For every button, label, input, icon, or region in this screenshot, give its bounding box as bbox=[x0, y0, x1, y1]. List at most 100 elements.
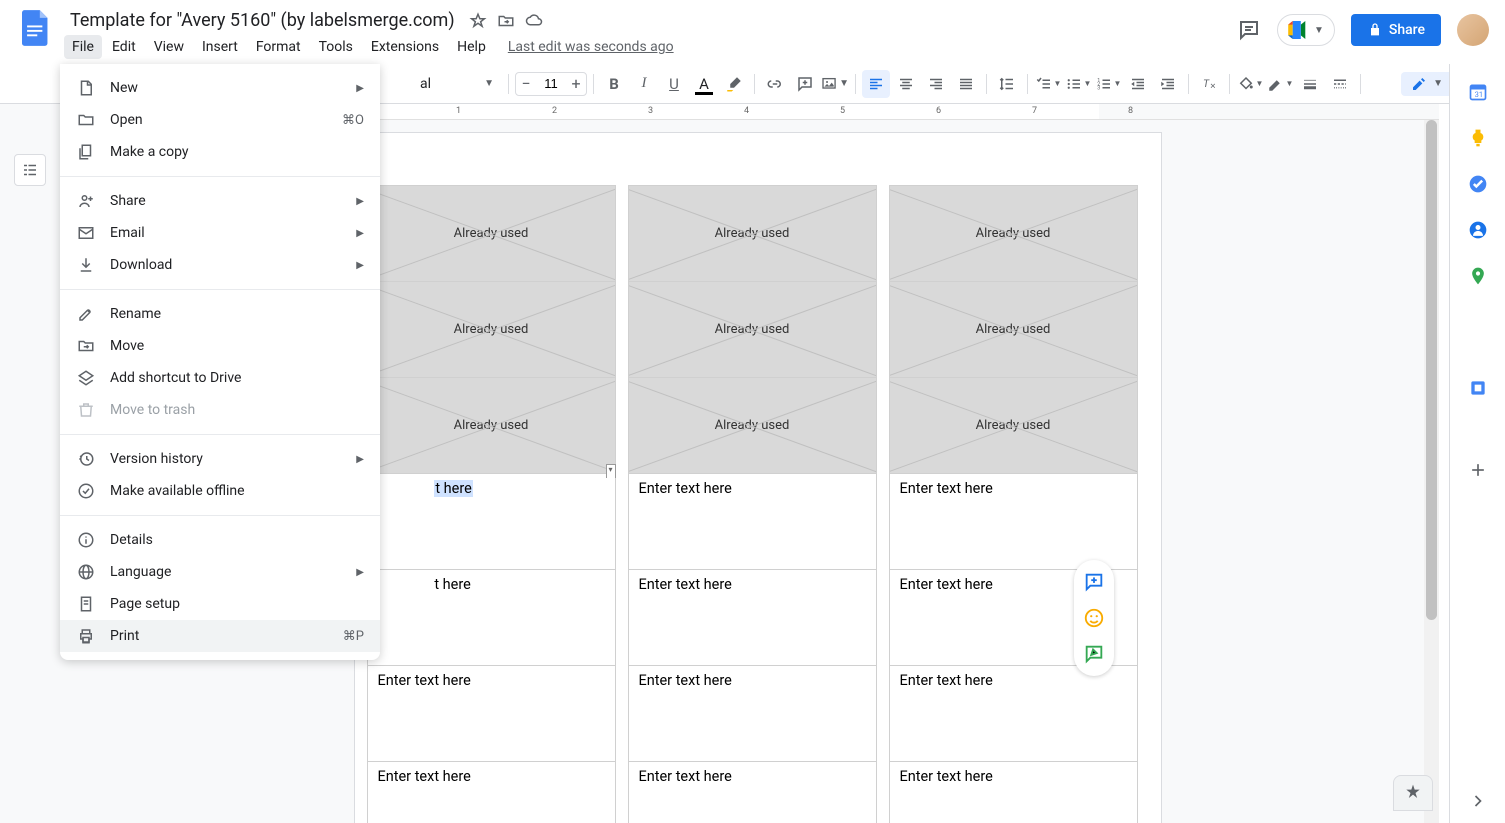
menu-extensions[interactable]: Extensions bbox=[363, 35, 447, 59]
align-justify-button[interactable] bbox=[952, 70, 980, 98]
explore-button[interactable] bbox=[1393, 775, 1433, 811]
menu-help[interactable]: Help bbox=[449, 35, 494, 59]
label-cell[interactable]: Enter text here bbox=[628, 761, 877, 823]
line-spacing-button[interactable] bbox=[993, 70, 1021, 98]
label-cell[interactable]: Enter text here bbox=[628, 665, 877, 762]
label-cell-used[interactable]: Already used bbox=[628, 281, 877, 378]
page[interactable]: Already used Already used Already used A… bbox=[354, 132, 1162, 823]
increase-indent-button[interactable] bbox=[1154, 70, 1182, 98]
menu-download[interactable]: Download ▶ bbox=[60, 249, 380, 281]
bold-button[interactable]: B bbox=[600, 70, 628, 98]
menu-tools[interactable]: Tools bbox=[311, 35, 361, 59]
maps-icon[interactable] bbox=[1468, 266, 1488, 286]
vertical-scrollbar[interactable] bbox=[1424, 120, 1439, 823]
menu-edit[interactable]: Edit bbox=[104, 35, 144, 59]
menu-page-setup[interactable]: Page setup bbox=[60, 588, 380, 620]
label-cell-active[interactable]: Enter text here▾ bbox=[367, 473, 616, 570]
label-cell-used[interactable]: Already used bbox=[628, 377, 877, 474]
font-size-decrease[interactable]: − bbox=[516, 74, 536, 93]
cloud-saved-icon[interactable] bbox=[525, 12, 543, 30]
label-cell-used[interactable]: Already used bbox=[367, 185, 616, 282]
font-family-select[interactable]: al▼ bbox=[412, 72, 502, 96]
label-cell[interactable]: Enter text here bbox=[889, 665, 1138, 762]
highlight-button[interactable] bbox=[720, 70, 748, 98]
label-cell-used[interactable]: Already used bbox=[367, 281, 616, 378]
menu-version-history[interactable]: Version history ▶ bbox=[60, 443, 380, 475]
menu-format[interactable]: Format bbox=[248, 35, 309, 59]
border-width-button[interactable] bbox=[1296, 70, 1324, 98]
cell-tab-icon[interactable]: ▾ bbox=[606, 464, 616, 478]
hide-sidepanel-icon[interactable] bbox=[1468, 791, 1488, 811]
menu-make-copy[interactable]: Make a copy bbox=[60, 136, 380, 168]
menu-offline[interactable]: Make available offline bbox=[60, 475, 380, 507]
label-cell[interactable]: Enter text here bbox=[628, 473, 877, 570]
label-cell[interactable]: Enter text here bbox=[889, 473, 1138, 570]
placeholder-text: Enter text here bbox=[900, 672, 993, 689]
label-cell[interactable]: Enter text here bbox=[889, 761, 1138, 823]
keep-icon[interactable] bbox=[1468, 128, 1488, 148]
menu-add-shortcut[interactable]: Add shortcut to Drive bbox=[60, 362, 380, 394]
align-center-button[interactable] bbox=[892, 70, 920, 98]
menu-move[interactable]: Move bbox=[60, 330, 380, 362]
text-color-button[interactable]: A bbox=[690, 70, 718, 98]
calendar-icon[interactable]: 31 bbox=[1468, 82, 1488, 102]
align-left-button[interactable] bbox=[862, 70, 890, 98]
suggest-edit-float-button[interactable] bbox=[1082, 642, 1106, 666]
menu-details[interactable]: Details bbox=[60, 524, 380, 556]
label-cell[interactable]: Enter text here bbox=[367, 569, 616, 666]
menu-email[interactable]: Email ▶ bbox=[60, 217, 380, 249]
border-style-button[interactable] bbox=[1326, 70, 1354, 98]
label-cell-used[interactable]: Already used bbox=[889, 281, 1138, 378]
font-size-input[interactable] bbox=[536, 76, 566, 91]
menu-view[interactable]: View bbox=[146, 35, 192, 59]
menu-print[interactable]: Print ⌘P bbox=[60, 620, 380, 652]
share-button[interactable]: Share bbox=[1351, 14, 1441, 46]
docs-logo[interactable] bbox=[16, 8, 56, 48]
align-right-button[interactable] bbox=[922, 70, 950, 98]
label-cell[interactable]: Enter text here bbox=[367, 665, 616, 762]
menu-rename[interactable]: Rename bbox=[60, 298, 380, 330]
menu-file[interactable]: File bbox=[64, 35, 102, 59]
label-cell[interactable]: Enter text here bbox=[367, 761, 616, 823]
label-cell[interactable]: Enter text here bbox=[628, 569, 877, 666]
menu-share[interactable]: Share ▶ bbox=[60, 185, 380, 217]
move-to-folder-icon[interactable] bbox=[497, 12, 515, 30]
addon-icon[interactable] bbox=[1468, 378, 1488, 398]
editing-mode-button[interactable]: ▼ bbox=[1401, 72, 1453, 96]
avatar[interactable] bbox=[1457, 14, 1489, 46]
border-color-button[interactable]: ▼ bbox=[1266, 70, 1294, 98]
checklist-button[interactable]: ▼ bbox=[1034, 70, 1062, 98]
label-cell-used[interactable]: Already used bbox=[628, 185, 877, 282]
label-cell-used[interactable]: Already used bbox=[367, 377, 616, 474]
insert-link-button[interactable] bbox=[761, 70, 789, 98]
menu-new[interactable]: New ▶ bbox=[60, 72, 380, 104]
document-title[interactable]: Template for "Avery 5160" (by labelsmerg… bbox=[64, 8, 461, 33]
menu-language[interactable]: Language ▶ bbox=[60, 556, 380, 588]
tasks-icon[interactable] bbox=[1468, 174, 1488, 194]
contacts-icon[interactable] bbox=[1468, 220, 1488, 240]
insert-image-button[interactable]: ▼ bbox=[821, 70, 849, 98]
add-comment-float-button[interactable] bbox=[1082, 570, 1106, 594]
font-size-increase[interactable]: + bbox=[566, 74, 586, 93]
menu-label: New bbox=[110, 80, 342, 96]
add-comment-button[interactable] bbox=[791, 70, 819, 98]
bullet-list-button[interactable]: ▼ bbox=[1064, 70, 1092, 98]
label-cell-used[interactable]: Already used bbox=[889, 185, 1138, 282]
menu-insert[interactable]: Insert bbox=[194, 35, 246, 59]
scrollbar-thumb[interactable] bbox=[1426, 120, 1437, 620]
fill-color-button[interactable]: ▼ bbox=[1236, 70, 1264, 98]
italic-button[interactable]: I bbox=[630, 70, 658, 98]
comment-history-icon[interactable] bbox=[1237, 18, 1261, 42]
clear-formatting-button[interactable]: T✕ bbox=[1195, 70, 1223, 98]
label-cell-used[interactable]: Already used bbox=[889, 377, 1138, 474]
add-emoji-float-button[interactable] bbox=[1082, 606, 1106, 630]
add-addon-icon[interactable] bbox=[1468, 460, 1488, 480]
decrease-indent-button[interactable] bbox=[1124, 70, 1152, 98]
last-edit-link[interactable]: Last edit was seconds ago bbox=[508, 39, 674, 55]
outline-toggle-button[interactable] bbox=[14, 154, 46, 186]
menu-open[interactable]: Open ⌘O bbox=[60, 104, 380, 136]
meet-button[interactable]: ▼ bbox=[1277, 14, 1335, 46]
underline-button[interactable]: U bbox=[660, 70, 688, 98]
numbered-list-button[interactable]: 123▼ bbox=[1094, 70, 1122, 98]
star-icon[interactable] bbox=[469, 12, 487, 30]
